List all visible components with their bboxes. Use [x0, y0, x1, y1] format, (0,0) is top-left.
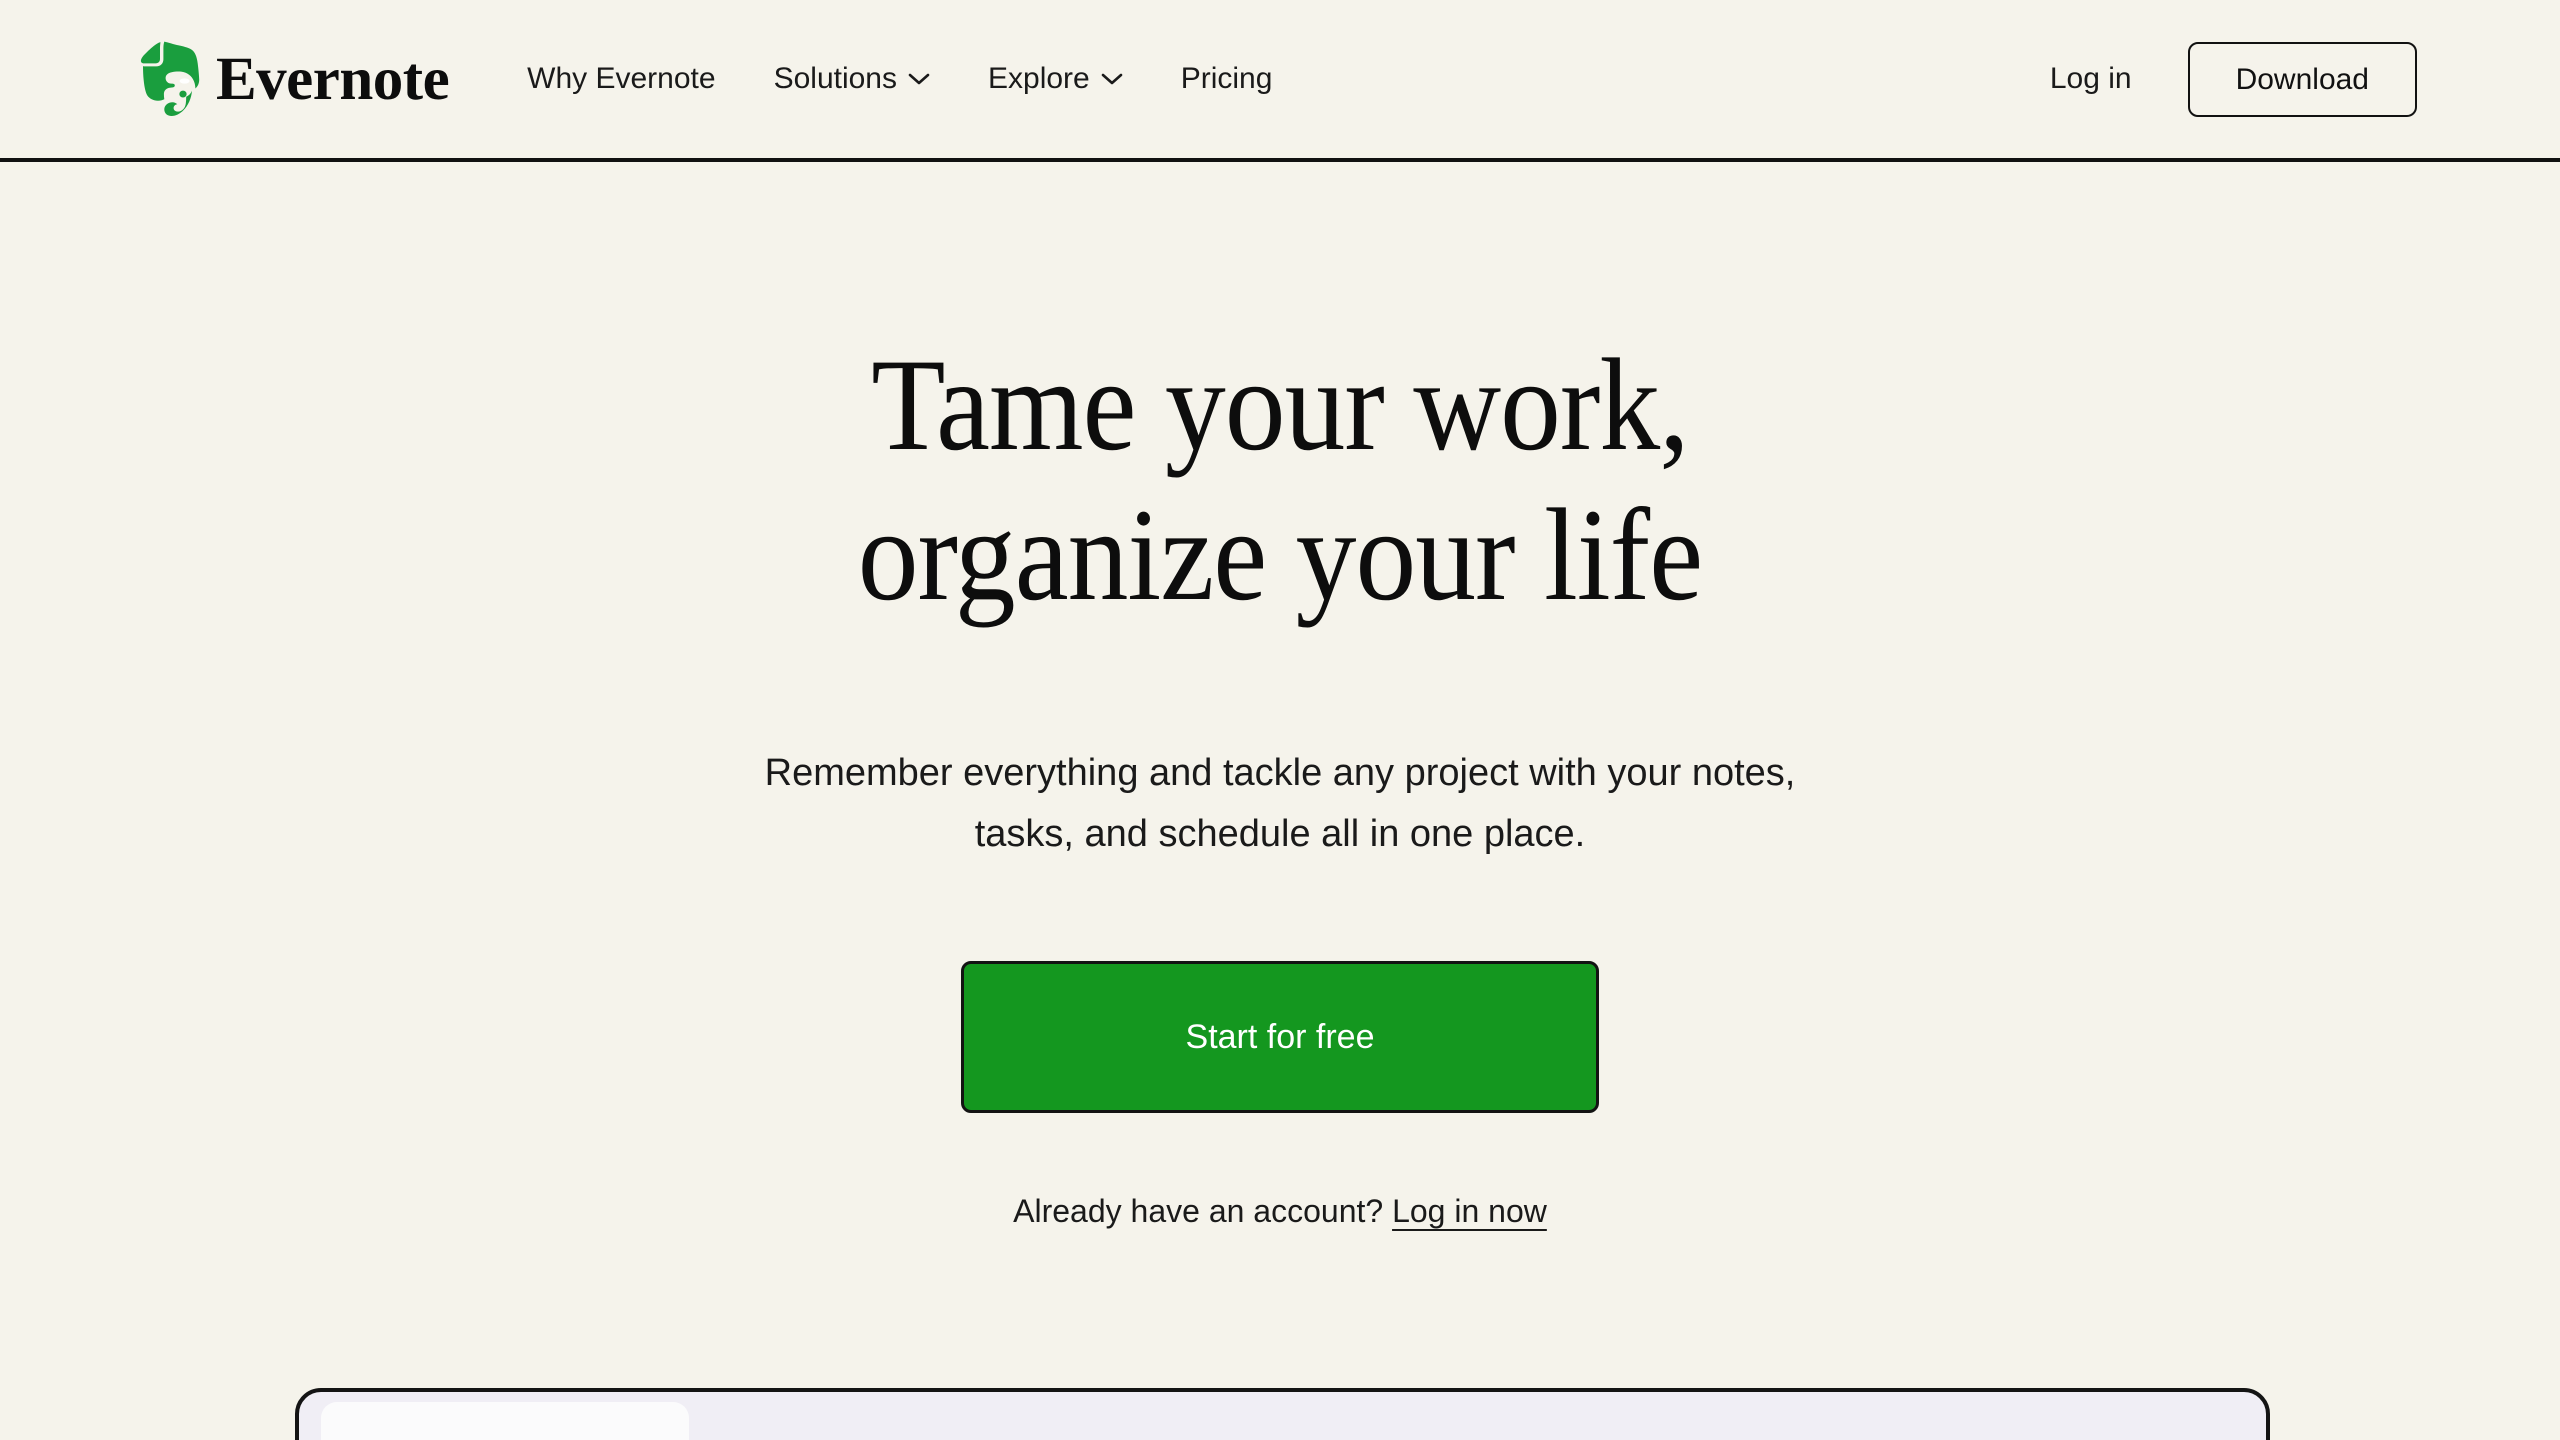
nav-item-label: Solutions [773, 62, 897, 95]
chevron-down-icon [1101, 72, 1123, 86]
nav-item-pricing[interactable]: Pricing [1181, 52, 1273, 106]
nav-item-label: Explore [988, 62, 1090, 95]
nav-item-why-evernote[interactable]: Why Evernote [527, 52, 715, 106]
start-for-free-button[interactable]: Start for free [961, 960, 1599, 1113]
nav-item-explore[interactable]: Explore [988, 52, 1123, 106]
hero-subtitle-line-1: Remember everything and tackle any proje… [764, 751, 1796, 794]
login-link[interactable]: Log in [2050, 62, 2132, 96]
chevron-down-icon [908, 72, 930, 86]
product-screenshot-stage [0, 1388, 2560, 1440]
hero-subtitle: Remember everything and tackle any proje… [665, 743, 1895, 865]
hero-section: Tame your work, organize your life Remem… [0, 162, 2560, 1232]
browser-mockup-window [295, 1388, 2270, 1440]
account-prompt-text: Already have an account? [1013, 1192, 1384, 1229]
page-title: Tame your work, organize your life [682, 330, 1878, 631]
hero-title-line-2: organize your life [857, 481, 1703, 629]
download-button[interactable]: Download [2187, 41, 2417, 117]
primary-navigation: Why Evernote Solutions Explore Pricing [527, 52, 1272, 106]
browser-toolbar [321, 1402, 689, 1440]
nav-item-label: Pricing [1180, 62, 1273, 95]
brand-logo-link[interactable]: Evernote [140, 40, 450, 118]
log-in-now-link[interactable]: Log in now [1392, 1193, 1547, 1229]
header-actions: Log in Download [2050, 41, 2417, 117]
hero-title-line-1: Tame your work, [871, 331, 1689, 478]
nav-item-label: Why Evernote [527, 62, 716, 95]
nav-item-solutions[interactable]: Solutions [774, 52, 930, 106]
cta-container: Start for free [0, 960, 2560, 1113]
evernote-elephant-icon [140, 40, 202, 118]
brand-wordmark: Evernote [216, 45, 450, 113]
account-prompt-row: Already have an account? Log in now [0, 1191, 2560, 1233]
site-header: Evernote Why Evernote Solutions Explore … [0, 0, 2560, 162]
hero-subtitle-line-2: tasks, and schedule all in one place. [974, 812, 1586, 855]
